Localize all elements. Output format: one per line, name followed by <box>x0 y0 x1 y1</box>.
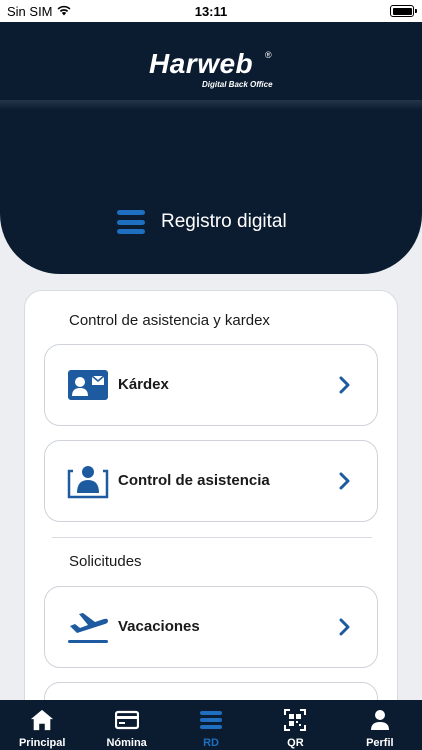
tab-label: Principal <box>18 737 66 749</box>
brand-name: Harweb <box>149 48 254 79</box>
harweb-logo: Harweb ® Digital Back Office <box>149 50 277 90</box>
app-header: Harweb ® Digital Back Office Registro di… <box>0 22 422 274</box>
group-label-solicitudes: Solicitudes <box>69 553 142 570</box>
tab-label: RD <box>203 737 219 749</box>
tab-nomina[interactable]: Nómina <box>84 700 168 750</box>
tab-perfil[interactable]: Perfil <box>338 700 422 750</box>
tab-principal[interactable]: Principal <box>0 700 84 750</box>
battery-icon <box>390 5 417 17</box>
tab-bar: Principal Nómina RD QR Perfil <box>0 700 422 750</box>
page-title: Registro digital <box>117 208 287 236</box>
qr-code-icon <box>284 709 307 731</box>
menu-item-label: Kárdex <box>118 376 169 393</box>
list-icon <box>200 711 223 729</box>
attendance-user-icon <box>67 466 109 499</box>
user-icon <box>370 710 389 730</box>
tab-rd[interactable]: RD <box>169 700 253 750</box>
tab-qr[interactable]: QR <box>253 700 337 750</box>
chevron-right-icon <box>339 376 350 394</box>
menu-item-label: Vacaciones <box>118 618 200 635</box>
page-title-label: Registro digital <box>161 211 287 232</box>
chevron-right-icon <box>339 618 350 636</box>
list-icon <box>117 208 145 236</box>
chevron-right-icon <box>339 472 350 490</box>
menu-item-label: Control de asistencia <box>118 472 270 489</box>
home-icon <box>31 709 54 731</box>
clock: 13:11 <box>194 4 228 19</box>
tab-label: Nómina <box>106 737 147 749</box>
group-label-attendance: Control de asistencia y kardex <box>69 312 270 329</box>
status-bar: Sin SIM 13:11 <box>0 0 422 22</box>
menu-item-vacaciones[interactable]: Vacaciones <box>44 586 378 668</box>
section-divider <box>52 537 372 538</box>
airplane-departure-icon <box>68 613 108 643</box>
tab-label: QR <box>287 737 304 749</box>
brand-tagline: Digital Back Office <box>202 80 273 89</box>
menu-card: Control de asistencia y kardex Kárdex Co… <box>24 290 398 720</box>
menu-item-kardex[interactable]: Kárdex <box>44 344 378 426</box>
payment-card-icon <box>114 710 139 730</box>
tab-label: Perfil <box>366 737 394 749</box>
header-divider <box>0 100 422 110</box>
registered-mark: ® <box>265 50 272 60</box>
id-card-icon <box>68 370 108 400</box>
menu-item-control-asistencia[interactable]: Control de asistencia <box>44 440 378 522</box>
